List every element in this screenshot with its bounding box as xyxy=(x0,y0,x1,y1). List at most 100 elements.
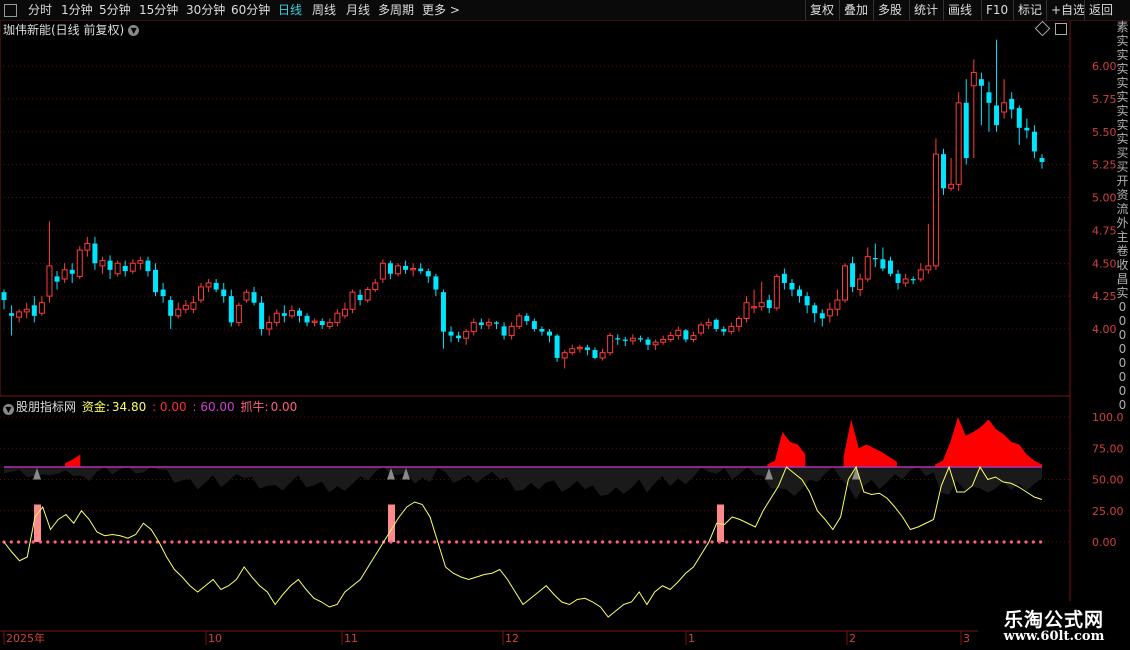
candle-body-down xyxy=(501,326,507,336)
price-label: 4.50 xyxy=(1092,257,1117,270)
toolbar-button-8[interactable]: 返回 xyxy=(1089,2,1113,18)
period-2[interactable]: 5分钟 xyxy=(99,2,131,18)
toolbar-button-3[interactable]: 统计 xyxy=(914,2,938,18)
candle-body-down xyxy=(1031,131,1037,152)
candle-body-up xyxy=(758,302,765,308)
toolbar-button-5[interactable]: F10 xyxy=(986,2,1008,18)
zero-dot xyxy=(973,540,977,544)
zero-dot xyxy=(133,540,137,544)
candle-body-up xyxy=(652,341,659,346)
time-label: 12 xyxy=(505,632,519,645)
watermark-title: 乐淘公式网 xyxy=(1003,609,1104,631)
zero-dot xyxy=(345,540,349,544)
candle-body-up xyxy=(735,317,742,327)
zero-dot xyxy=(411,540,415,544)
toolbar-button-6[interactable]: 标记 xyxy=(1018,2,1042,18)
zero-dot xyxy=(542,540,546,544)
zero-dot xyxy=(681,540,685,544)
price-label: 4.00 xyxy=(1092,323,1117,336)
toolbar-button-0[interactable]: 复权 xyxy=(810,2,834,18)
zero-dot xyxy=(265,540,269,544)
right-side-panel: 素实实实实实实实实买买开资流外主卷收昌实00000000 xyxy=(1115,20,1130,632)
candle-body-up xyxy=(705,321,712,326)
zero-dot xyxy=(951,540,955,544)
candlestick-series xyxy=(1,39,1045,369)
candle-body-up xyxy=(864,256,871,280)
zero-dot xyxy=(528,540,532,544)
period-6[interactable]: 日线 xyxy=(278,2,302,18)
candle-body-up xyxy=(667,335,674,341)
candle-body-down xyxy=(895,273,901,283)
zero-dot xyxy=(841,540,846,544)
candle-body-up xyxy=(129,262,136,272)
signal-bar xyxy=(388,504,395,542)
zero-dot xyxy=(929,540,933,544)
toolbar-button-4[interactable]: 画线 xyxy=(948,2,972,18)
candle-body-down xyxy=(986,92,992,103)
zero-dot xyxy=(987,540,992,544)
period-1[interactable]: 1分钟 xyxy=(61,2,93,18)
zero-dot xyxy=(396,540,400,544)
zero-dot xyxy=(914,540,919,544)
candle-body-down xyxy=(213,282,219,290)
candle-body-up xyxy=(599,352,606,359)
time-label: 1 xyxy=(688,632,695,645)
strength-area xyxy=(935,417,1042,467)
main-chart-title[interactable]: 珈伟新能(日线 前复权) ▼ xyxy=(3,21,140,38)
toolbar-button-2[interactable]: 多股 xyxy=(878,2,902,18)
candle-body-down xyxy=(910,279,916,281)
candle-body-up xyxy=(182,304,189,310)
candle-body-down xyxy=(887,260,893,274)
chevron-down-icon[interactable]: ▼ xyxy=(128,25,140,36)
zero-dot xyxy=(703,540,707,544)
zero-dot xyxy=(535,540,539,544)
zero-dot xyxy=(586,540,590,544)
candle-body-down xyxy=(440,292,446,332)
candle-body-up xyxy=(751,306,758,309)
chart-canvas[interactable]: 6.005.755.505.255.004.754.504.254.00100.… xyxy=(0,0,1130,650)
candle-body-up xyxy=(698,324,705,334)
candle-body-down xyxy=(797,289,803,297)
chevron-down-icon[interactable]: ▼ xyxy=(3,404,14,415)
candle-body-down xyxy=(9,313,15,316)
period-4[interactable]: 30分钟 xyxy=(186,2,225,18)
zero-dot xyxy=(732,540,736,544)
side-char: 0 xyxy=(1118,370,1127,384)
zero-dot xyxy=(163,540,167,544)
zero-dot xyxy=(812,540,816,544)
candle-body-down xyxy=(766,300,772,308)
window-toggle-icon[interactable] xyxy=(1055,23,1067,35)
zero-dot xyxy=(622,540,627,544)
zero-dot xyxy=(53,540,57,544)
zero-dot xyxy=(995,540,999,544)
period-10[interactable]: 更多 > xyxy=(422,2,460,18)
period-0[interactable]: 分时 xyxy=(28,2,52,18)
candle-body-up xyxy=(508,325,515,337)
toolbar-button-7[interactable]: +自选 xyxy=(1051,2,1085,18)
candle-body-down xyxy=(994,105,1000,126)
candle-body-up xyxy=(235,304,242,323)
zero-dot xyxy=(688,540,692,544)
candle-body-up xyxy=(372,282,379,291)
period-3[interactable]: 15分钟 xyxy=(139,2,178,18)
candle-body-up xyxy=(902,278,909,284)
period-7[interactable]: 周线 xyxy=(312,2,336,18)
candle-body-up xyxy=(61,269,68,280)
indicator-title[interactable]: ▼ 股朋指标网 资金: 34.80 : 0.00 : 60.00 抓牛: 0.00 xyxy=(3,398,299,415)
zero-dot xyxy=(549,540,554,544)
side-char: 实 xyxy=(1116,34,1129,48)
zero-dot xyxy=(433,540,437,544)
indicator-value-3: : 60.00 xyxy=(192,400,235,414)
zero-dot xyxy=(593,540,597,544)
zero-dot xyxy=(24,540,28,544)
layout-icon[interactable] xyxy=(4,4,17,17)
period-9[interactable]: 多周期 xyxy=(378,2,414,18)
candle-body-up xyxy=(660,339,667,343)
toolbar-button-1[interactable]: 叠加 xyxy=(844,2,868,18)
grab-label: 抓牛: xyxy=(240,400,269,414)
zero-dot xyxy=(768,540,773,544)
zero-dot xyxy=(900,540,904,544)
period-8[interactable]: 月线 xyxy=(346,2,370,18)
period-5[interactable]: 60分钟 xyxy=(231,2,270,18)
price-label: 6.00 xyxy=(1092,60,1117,73)
